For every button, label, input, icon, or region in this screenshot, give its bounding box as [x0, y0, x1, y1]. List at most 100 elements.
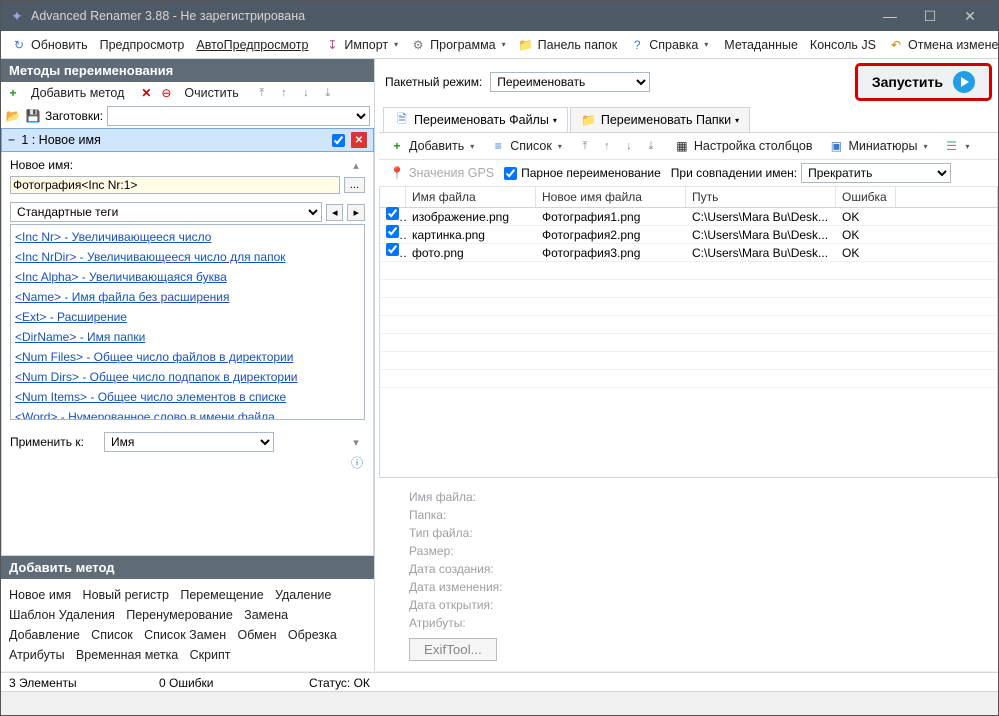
method-link[interactable]: Обмен — [237, 625, 284, 645]
detail-size: Размер: — [409, 542, 968, 560]
file-up-button[interactable]: ↑ — [598, 137, 616, 155]
add-method-button[interactable]: Добавить метод — [25, 84, 130, 102]
tag-link[interactable]: <Word> - Нумерованное слово в имени файл… — [15, 407, 360, 420]
file-down-button[interactable]: ↓ — [620, 137, 638, 155]
col-path[interactable]: Путь — [686, 187, 836, 207]
preview-button[interactable]: Предпросмотр — [94, 36, 191, 54]
move-down-button[interactable]: ↓ — [297, 84, 315, 102]
refresh-icon: ↻ — [11, 37, 27, 53]
tag-link[interactable]: <Name> - Имя файла без расширения — [15, 287, 360, 307]
method-link[interactable]: Удаление — [275, 585, 339, 605]
clear-button[interactable]: Очистить — [178, 84, 244, 102]
row-checkbox[interactable] — [386, 225, 399, 238]
col-name[interactable]: Имя файла — [406, 187, 536, 207]
import-menu[interactable]: ↧Импорт — [318, 35, 404, 55]
table-row[interactable]: 🗎 изображение.png Фотография1.png C:\Use… — [380, 208, 997, 226]
tab-folders[interactable]: 📁Переименовать Папки▾ — [570, 107, 750, 132]
app-icon: ✦ — [9, 8, 25, 24]
console-js-button[interactable]: Консоль JS — [804, 36, 882, 54]
method-link[interactable]: Временная метка — [76, 645, 186, 665]
undo-icon: ↶ — [888, 37, 904, 53]
list-menu[interactable]: ≡Список — [484, 136, 568, 156]
method-link[interactable]: Новый регистр — [83, 585, 177, 605]
tag-link[interactable]: <DirName> - Имя папки — [15, 327, 360, 347]
method-header[interactable]: − 1 : Новое имя ✕ — [1, 128, 374, 152]
help-menu[interactable]: ?Справка — [623, 35, 714, 55]
undo-changes-button[interactable]: ↶Отмена изменений... — [882, 35, 999, 55]
thumbs-button[interactable]: ▣Миниатюры — [822, 136, 933, 156]
col-new[interactable]: Новое имя файла — [536, 187, 686, 207]
batch-mode-select[interactable]: Переименовать — [490, 72, 650, 92]
pin-icon: 📍 — [389, 165, 405, 181]
method-link[interactable]: Обрезка — [288, 625, 345, 645]
method-link[interactable]: Замена — [244, 605, 296, 625]
maximize-button[interactable]: ☐ — [910, 1, 950, 31]
file-icon: 🗎 — [394, 112, 410, 128]
collapse-icon[interactable]: − — [8, 133, 15, 147]
nav-down-button[interactable]: ▾ — [347, 433, 365, 451]
tag-link[interactable]: <Ext> - Расширение — [15, 307, 360, 327]
save-preset-icon[interactable]: 💾 — [25, 108, 41, 124]
method-link[interactable]: Список Замен — [144, 625, 234, 645]
help-icon: ? — [629, 37, 645, 53]
collision-select[interactable]: Прекратить — [801, 163, 951, 183]
more-button[interactable]: ... — [344, 177, 365, 193]
method-link[interactable]: Скрипт — [190, 645, 239, 665]
auto-preview-button[interactable]: АвтоПредпросмотр — [190, 36, 314, 54]
gps-button[interactable]: 📍Значения GPS — [383, 163, 500, 183]
view-options-button[interactable]: ☰ — [937, 136, 975, 156]
table-row[interactable]: 🗎 картинка.png Фотография2.png C:\Users\… — [380, 226, 997, 244]
exiftool-button[interactable]: ExifTool... — [409, 638, 497, 661]
presets-select[interactable] — [107, 106, 370, 126]
open-preset-icon[interactable]: 📂 — [5, 108, 21, 124]
tag-link[interactable]: <Num Items> - Общее число элементов в сп… — [15, 387, 360, 407]
method-link[interactable]: Перенумерование — [126, 605, 241, 625]
move-bottom-button[interactable]: ⤓ — [319, 84, 337, 102]
pair-checkbox[interactable] — [504, 167, 517, 180]
columns-icon: ▦ — [674, 138, 690, 154]
add-files-button[interactable]: +Добавить — [383, 136, 480, 156]
method-link[interactable]: Перемещение — [180, 585, 271, 605]
row-checkbox[interactable] — [386, 243, 399, 256]
method-link[interactable]: Шаблон Удаления — [9, 605, 123, 625]
refresh-button[interactable]: ↻Обновить — [5, 35, 94, 55]
new-name-input[interactable] — [10, 176, 340, 194]
tag-link[interactable]: <Inc Nr> - Увеличивающееся число — [15, 227, 360, 247]
methods-header: Методы переименования — [1, 59, 374, 82]
close-button[interactable]: ✕ — [950, 1, 990, 31]
tag-link[interactable]: <Num Dirs> - Общее число подпапок в дире… — [15, 367, 360, 387]
method-link[interactable]: Список — [91, 625, 141, 645]
method-close-icon[interactable]: ✕ — [351, 132, 367, 148]
collision-label: При совпадении имен: — [671, 166, 797, 180]
tag-category-select[interactable]: Стандартные теги — [10, 202, 322, 222]
row-checkbox[interactable] — [386, 207, 399, 220]
tag-link[interactable]: <Num Files> - Общее число файлов в дирек… — [15, 347, 360, 367]
tab-files[interactable]: 🗎Переименовать Файлы▾ — [383, 107, 568, 132]
method-link[interactable]: Атрибуты — [9, 645, 73, 665]
tag-link[interactable]: <Inc Alpha> - Увеличивающаяся буква — [15, 267, 360, 287]
method-link[interactable]: Добавление — [9, 625, 88, 645]
minimize-button[interactable]: ― — [870, 1, 910, 31]
detail-type: Тип файла: — [409, 524, 968, 542]
minus-icon: ⊖ — [158, 85, 174, 101]
file-bottom-button[interactable]: ⤓ — [642, 137, 660, 155]
method-link[interactable]: Новое имя — [9, 585, 79, 605]
prev-tag-button[interactable]: ◂ — [326, 204, 344, 221]
columns-button[interactable]: ▦Настройка столбцов — [668, 136, 819, 156]
new-name-label: Новое имя: — [10, 158, 343, 172]
folder-panel-button[interactable]: 📁Панель папок — [512, 35, 624, 55]
tag-link[interactable]: <Inc NrDir> - Увеличивающееся число для … — [15, 247, 360, 267]
next-tag-button[interactable]: ▸ — [347, 204, 365, 221]
info-icon[interactable]: ⓘ — [349, 454, 365, 470]
metadata-button[interactable]: Метаданные — [718, 36, 804, 54]
move-up-button[interactable]: ↑ — [275, 84, 293, 102]
program-menu[interactable]: ⚙Программа — [404, 35, 512, 55]
col-err[interactable]: Ошибка — [836, 187, 896, 207]
move-top-button[interactable]: ⤒ — [253, 84, 271, 102]
nav-up-button[interactable]: ▴ — [347, 156, 365, 174]
method-enabled-checkbox[interactable] — [332, 134, 345, 147]
file-top-button[interactable]: ⤒ — [576, 137, 594, 155]
table-row[interactable]: 🗎 фото.png Фотография3.png C:\Users\Mara… — [380, 244, 997, 262]
apply-to-select[interactable]: Имя — [104, 432, 274, 452]
run-button[interactable]: Запустить — [855, 63, 992, 101]
